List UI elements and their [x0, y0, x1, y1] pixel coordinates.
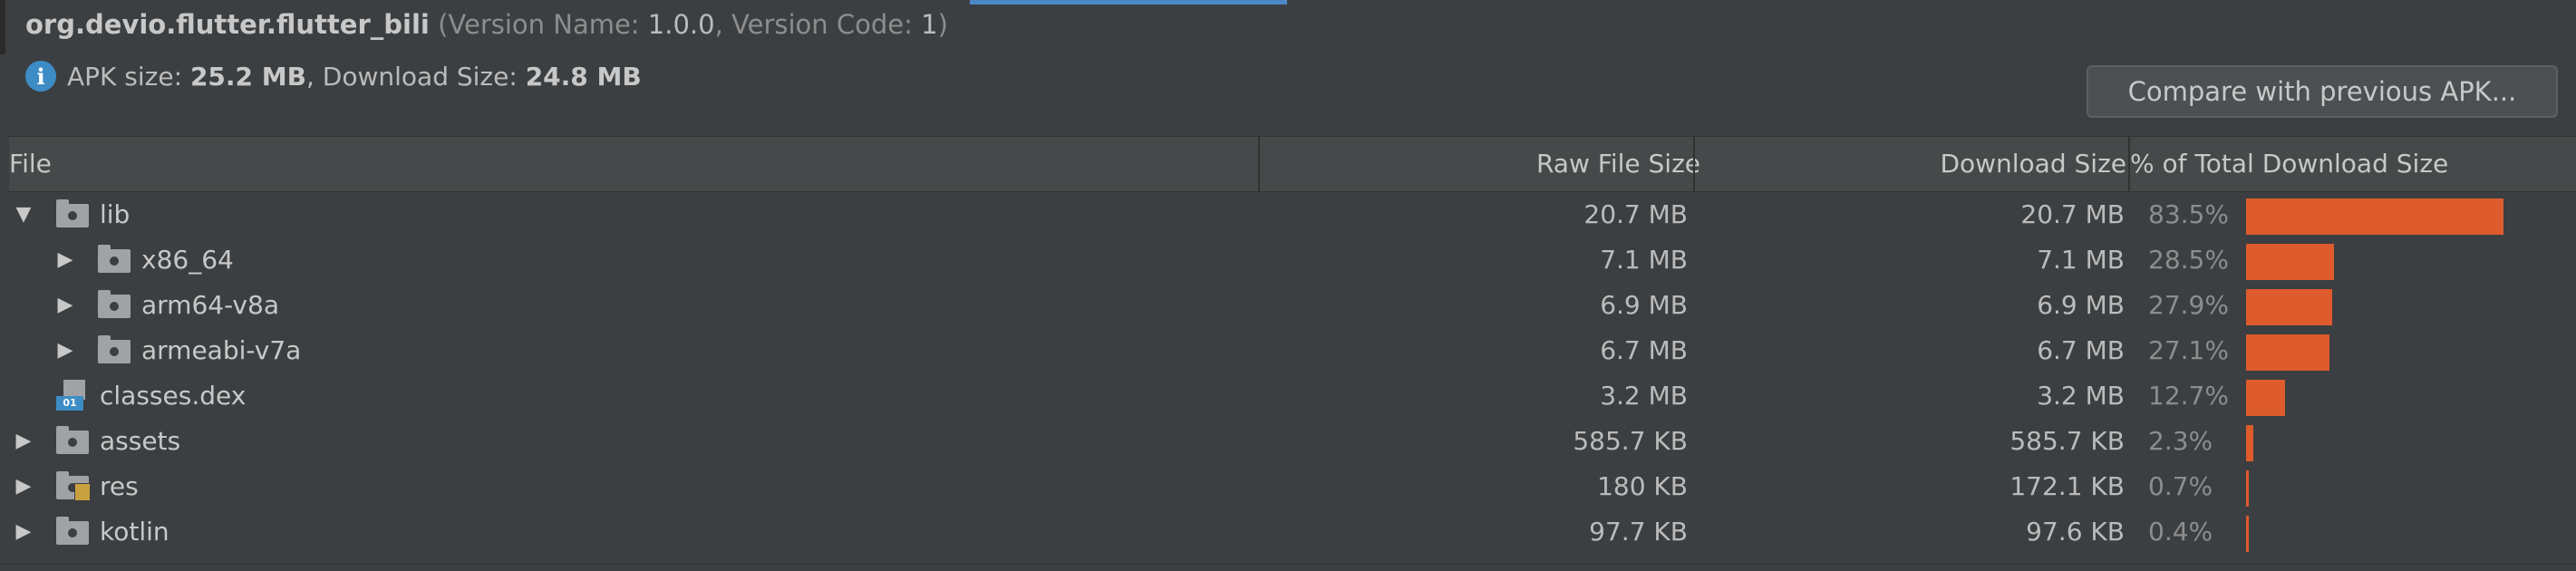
raw-file-size: 20.7 MB	[1583, 199, 1688, 229]
percent-of-total: 83.5%	[2148, 199, 2229, 229]
percent-of-total: 12.7%	[2148, 381, 2229, 411]
table-row[interactable]: ▶ kotlin 97.7 KB 97.6 KB 0.4%	[0, 509, 2576, 555]
file-name: x86_64	[141, 245, 234, 275]
expand-arrow-right-icon[interactable]: ▶	[55, 283, 75, 328]
percent-of-total: 0.4%	[2148, 517, 2213, 547]
download-size: 97.6 KB	[2026, 517, 2125, 547]
table-row[interactable]: ▶ arm64-v8a 6.9 MB 6.9 MB 27.9%	[0, 283, 2576, 328]
column-header-raw-file-size[interactable]: Raw File Size	[1536, 137, 1700, 191]
folder-icon	[98, 290, 131, 318]
download-size: 6.9 MB	[2037, 290, 2125, 320]
folder-icon	[98, 245, 131, 273]
percent-of-total: 28.5%	[2148, 245, 2229, 275]
file-name: res	[100, 471, 139, 501]
expand-arrow-right-icon[interactable]: ▶	[55, 237, 75, 283]
percent-of-total: 27.9%	[2148, 290, 2229, 320]
raw-file-size: 180 KB	[1597, 471, 1688, 501]
info-icon: i	[25, 61, 56, 92]
apk-size-summary: i APK size: 25.2 MB, Download Size: 24.8…	[25, 61, 642, 92]
file-name: lib	[100, 199, 131, 229]
active-tab-indicator	[970, 0, 1287, 5]
expand-arrow-right-icon[interactable]: ▶	[14, 464, 34, 509]
resource-folder-icon	[56, 471, 91, 501]
file-name: arm64-v8a	[141, 290, 279, 320]
download-size-label: , Download Size:	[305, 61, 518, 92]
column-header-file[interactable]: File	[9, 137, 52, 191]
version-name-label: (Version Name:	[438, 9, 648, 40]
apk-size-label: APK size:	[67, 61, 183, 92]
percent-of-total: 27.1%	[2148, 335, 2229, 365]
file-name: armeabi-v7a	[141, 335, 302, 365]
column-resize-handle[interactable]	[1258, 137, 1260, 191]
percent-of-total: 2.3%	[2148, 426, 2213, 456]
compare-with-previous-apk-button[interactable]: Compare with previous APK...	[2087, 65, 2558, 118]
expand-arrow-right-icon[interactable]: ▶	[55, 328, 75, 373]
version-code: 1	[921, 9, 938, 40]
size-bar	[2246, 380, 2285, 416]
download-size-value: 24.8 MB	[525, 61, 642, 92]
table-row[interactable]: ▶ assets 585.7 KB 585.7 KB 2.3%	[0, 419, 2576, 464]
column-resize-handle[interactable]	[1693, 137, 1695, 191]
folder-icon	[98, 335, 131, 363]
raw-file-size: 6.9 MB	[1600, 290, 1688, 320]
version-code-label: , Version Code:	[714, 9, 922, 40]
table-row[interactable]: ▶ x86_64 7.1 MB 7.1 MB 28.5%	[0, 237, 2576, 283]
download-size: 6.7 MB	[2037, 335, 2125, 365]
version-name: 1.0.0	[647, 9, 715, 40]
download-size: 172.1 KB	[2009, 471, 2125, 501]
table-row[interactable]: ▶ res 180 KB 172.1 KB 0.7%	[0, 464, 2576, 509]
raw-file-size: 97.7 KB	[1589, 517, 1688, 547]
file-name: classes.dex	[100, 381, 247, 411]
size-bar	[2246, 244, 2334, 280]
size-bar	[2246, 425, 2253, 461]
file-name: assets	[100, 426, 181, 456]
raw-file-size: 585.7 KB	[1573, 426, 1688, 456]
file-tree-table: ▼ lib 20.7 MB 20.7 MB 83.5% ▶ x86_64 7.1 MB 7.1 …	[0, 192, 2576, 555]
editor-gutter-strip	[0, 0, 5, 54]
percent-of-total: 0.7%	[2148, 471, 2213, 501]
dex-file-icon: 01	[56, 380, 87, 411]
file-name: kotlin	[100, 517, 169, 547]
column-header-percent-total[interactable]: % of Total Download Size	[2130, 137, 2448, 191]
table-row[interactable]: ▶ armeabi-v7a 6.7 MB 6.7 MB 27.1%	[0, 328, 2576, 373]
folder-icon	[56, 426, 89, 454]
download-size: 7.1 MB	[2037, 245, 2125, 275]
folder-icon	[56, 517, 89, 545]
expand-arrow-down-icon[interactable]: ▼	[14, 192, 34, 237]
raw-file-size: 3.2 MB	[1600, 381, 1688, 411]
size-bar	[2246, 334, 2329, 371]
divider	[0, 564, 2576, 565]
raw-file-size: 7.1 MB	[1600, 245, 1688, 275]
apk-title-line: org.devio.flutter.flutter_bili (Version …	[25, 9, 948, 40]
expand-arrow-right-icon[interactable]: ▶	[14, 509, 34, 555]
size-bar	[2246, 198, 2503, 235]
raw-file-size: 6.7 MB	[1600, 335, 1688, 365]
table-row[interactable]: ▼ lib 20.7 MB 20.7 MB 83.5%	[0, 192, 2576, 237]
apk-size-value: 25.2 MB	[189, 61, 306, 92]
package-name: org.devio.flutter.flutter_bili	[25, 9, 430, 40]
table-row[interactable]: 01 classes.dex 3.2 MB 3.2 MB 12.7%	[0, 373, 2576, 419]
expand-arrow-right-icon[interactable]: ▶	[14, 419, 34, 464]
size-bar	[2246, 516, 2249, 552]
column-header-download-size[interactable]: Download Size	[1940, 137, 2126, 191]
download-size: 585.7 KB	[2009, 426, 2125, 456]
folder-icon	[56, 199, 89, 227]
version-close-paren: )	[937, 9, 948, 40]
table-header: File Raw File Size Download Size % of To…	[9, 136, 2576, 192]
download-size: 3.2 MB	[2037, 381, 2125, 411]
size-bar	[2246, 470, 2249, 507]
size-bar	[2246, 289, 2332, 325]
download-size: 20.7 MB	[2020, 199, 2125, 229]
